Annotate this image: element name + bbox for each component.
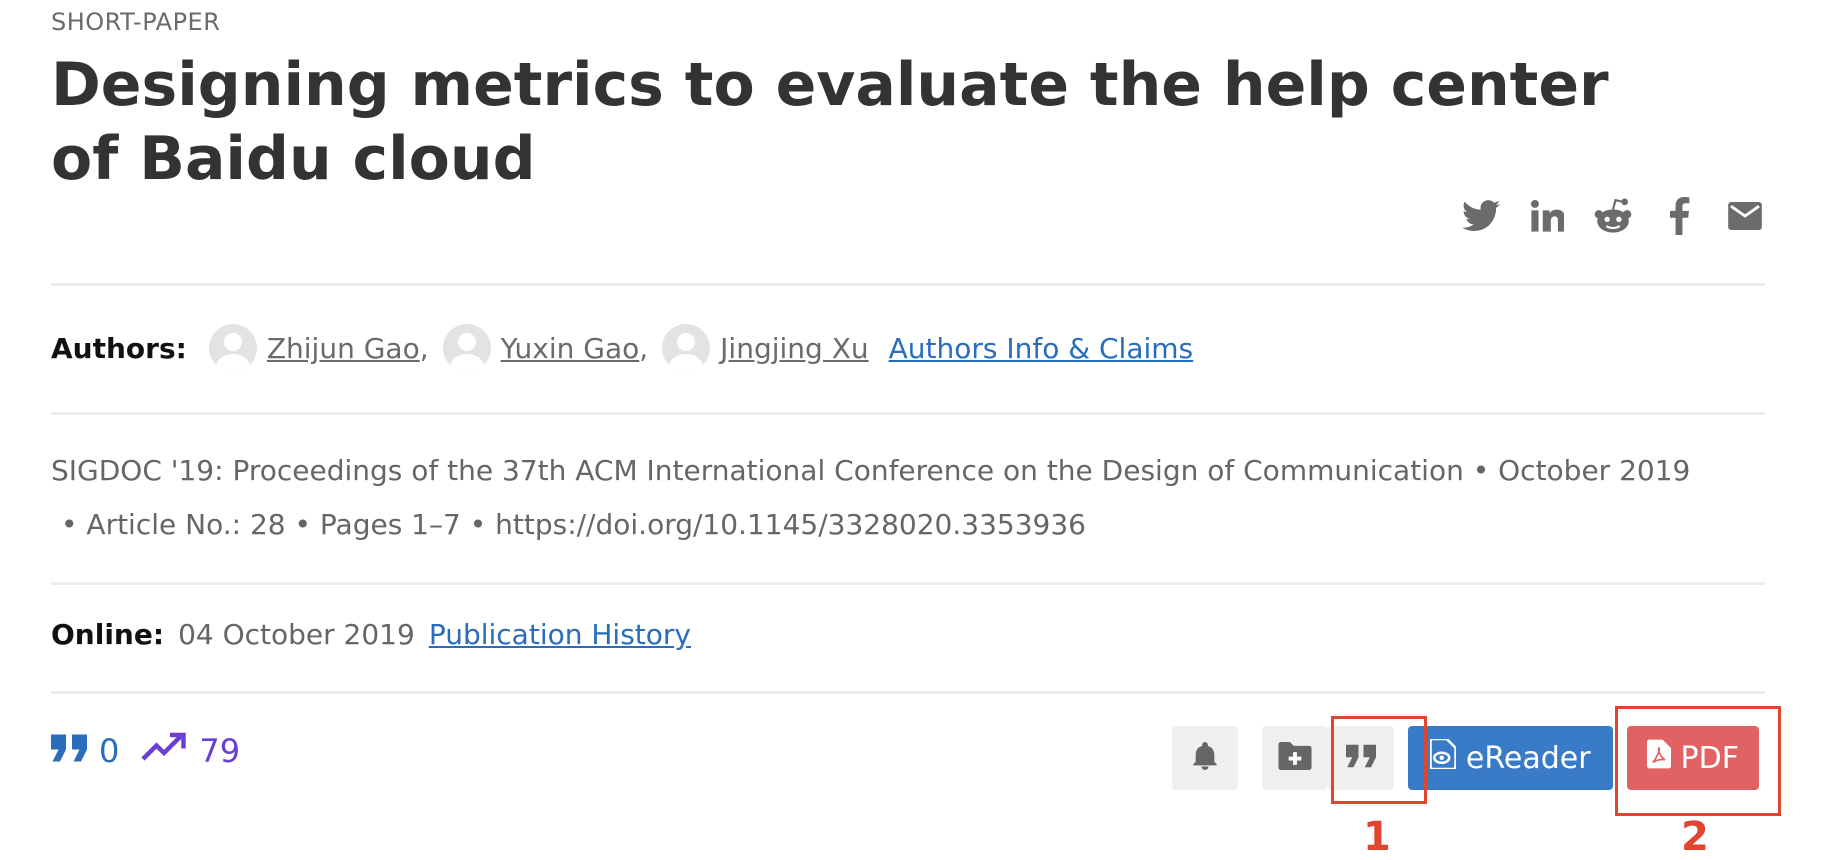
online-date: 04 October 2019 [178, 618, 415, 651]
annotation-marker-1: 1 [1363, 814, 1391, 860]
online-row: Online: 04 October 2019 Publication Hist… [51, 618, 691, 651]
bell-icon [1193, 742, 1217, 774]
article-title: Designing metrics to evaluate the help c… [51, 50, 1609, 194]
author-item[interactable]: Yuxin Gao, [442, 324, 648, 372]
avatar [662, 324, 711, 372]
divider [51, 582, 1765, 585]
citation-block: SIGDOC '19: Proceedings of the 37th ACM … [51, 444, 1741, 552]
download-count: 79 [199, 732, 241, 770]
article-type-label: SHORT-PAPER [51, 8, 221, 36]
highlight-box-pdf [1615, 706, 1781, 816]
divider [51, 283, 1765, 286]
authors-label: Authors: [51, 331, 187, 365]
trending-up-icon [141, 732, 187, 770]
author-item[interactable]: Zhijun Gao, [208, 324, 429, 372]
divider [51, 412, 1765, 415]
folder-plus-icon [1278, 742, 1312, 774]
highlight-box-cite [1331, 716, 1427, 804]
email-icon[interactable] [1725, 196, 1765, 236]
twitter-icon[interactable] [1461, 196, 1501, 236]
quote-icon [51, 732, 87, 770]
share-bar [1461, 196, 1765, 236]
facebook-icon[interactable] [1659, 196, 1699, 236]
ereader-icon [1429, 737, 1466, 777]
publication-history-link[interactable]: Publication History [429, 618, 691, 651]
author-name[interactable]: Jingjing Xu [720, 332, 868, 365]
citation-line-1: SIGDOC '19: Proceedings of the 37th ACM … [51, 454, 1691, 487]
metrics-bar: 0 79 [51, 732, 240, 770]
alert-button[interactable] [1171, 726, 1238, 790]
annotation-marker-2: 2 [1681, 814, 1709, 860]
add-to-binder-button[interactable] [1261, 726, 1328, 790]
author-item[interactable]: Jingjing Xu [662, 324, 869, 372]
article-page: SHORT-PAPER Designing metrics to evaluat… [51, 0, 1781, 860]
citation-line-2: • Article No.: 28 • Pages 1–7 • https://… [61, 508, 1086, 541]
author-name[interactable]: Zhijun Gao [267, 332, 420, 365]
reddit-icon[interactable] [1593, 196, 1633, 236]
avatar [442, 324, 491, 372]
authors-row: Authors: Zhijun Gao, Yuxin Gao, Jingjing… [51, 324, 1193, 372]
author-name[interactable]: Yuxin Gao [501, 332, 640, 365]
ereader-label: eReader [1465, 740, 1591, 776]
online-label: Online: [51, 618, 165, 651]
linkedin-icon[interactable] [1527, 196, 1567, 236]
citation-count: 0 [99, 732, 120, 770]
ereader-button[interactable]: eReader [1407, 726, 1613, 790]
avatar [208, 324, 257, 372]
divider [51, 691, 1765, 694]
authors-info-link[interactable]: Authors Info & Claims [889, 332, 1194, 365]
